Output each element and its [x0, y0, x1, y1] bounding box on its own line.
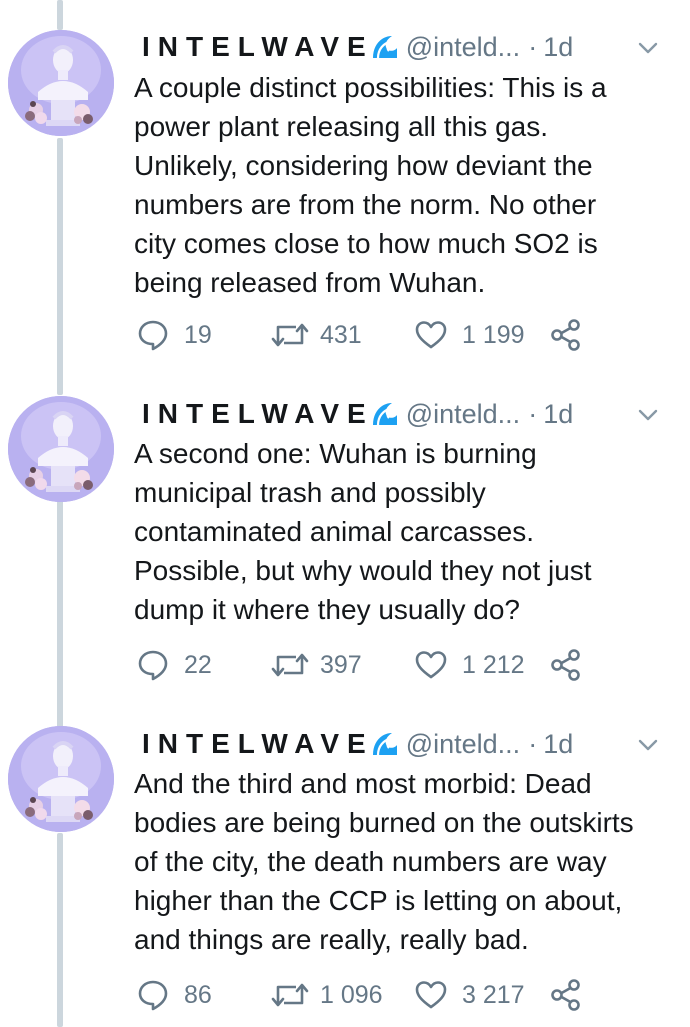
water-wave-icon — [370, 32, 400, 62]
avatar[interactable] — [8, 396, 114, 502]
share-button[interactable] — [550, 315, 582, 355]
reply-count: 86 — [184, 980, 212, 1009]
user-handle[interactable]: @inteld... — [406, 399, 520, 430]
share-icon — [550, 648, 582, 682]
tweet-actions: 86 1 096 3 217 — [134, 975, 604, 1015]
timestamp[interactable]: 1d — [543, 399, 573, 430]
tweet-text-line: power plant releasing all this gas. — [134, 111, 549, 142]
retweet-button[interactable]: 1 096 — [270, 975, 383, 1015]
retweet-count: 431 — [320, 320, 362, 349]
tweet-text: And the third and most morbid: Dead bodie… — [134, 764, 674, 959]
tweet-text-line: And the third and most morbid: Dead — [134, 768, 592, 799]
tweet-actions: 22 397 1 212 — [134, 645, 604, 685]
thread-connector-line — [57, 0, 63, 30]
reply-count: 22 — [184, 650, 212, 679]
tweet-header: INTELWAVE @inteld... · 1d — [142, 727, 682, 761]
separator-dot: · — [528, 31, 538, 62]
thread-connector-line — [57, 500, 63, 728]
reply-icon — [136, 978, 170, 1012]
user-handle[interactable]: @inteld... — [406, 729, 520, 760]
share-icon — [550, 318, 582, 352]
retweet-button[interactable]: 397 — [270, 645, 362, 685]
chevron-down-icon[interactable] — [636, 403, 660, 427]
retweet-icon — [270, 318, 310, 352]
heart-icon — [414, 978, 448, 1012]
share-icon — [550, 978, 582, 1012]
like-button[interactable]: 3 217 — [414, 975, 525, 1015]
reply-button[interactable]: 19 — [136, 315, 212, 355]
thread-connector-line — [57, 833, 63, 1027]
tweet-text-line: of the city, the death numbers are way — [134, 846, 607, 877]
share-button[interactable] — [550, 975, 582, 1015]
tweet-text-line: A couple distinct possibilities: This is… — [134, 72, 607, 103]
tweet-actions: 19 431 1 199 — [134, 315, 604, 355]
tweet-header: INTELWAVE @inteld... · 1d — [142, 30, 682, 64]
display-name[interactable]: INTELWAVE — [142, 31, 374, 63]
heart-icon — [414, 318, 448, 352]
tweet-text-line: being released from Wuhan. — [134, 267, 486, 298]
tweet-text-line: municipal trash and possibly — [134, 477, 486, 508]
like-count: 1 212 — [462, 650, 525, 679]
avatar[interactable] — [8, 30, 114, 136]
retweet-button[interactable]: 431 — [270, 315, 362, 355]
tweet-text-line: and things are really, really bad. — [134, 924, 529, 955]
display-name[interactable]: INTELWAVE — [142, 398, 374, 430]
retweet-icon — [270, 648, 310, 682]
tweet-text-line: contaminated animal carcasses. — [134, 516, 534, 547]
tweet-text-line: higher than the CCP is letting on about, — [134, 885, 623, 916]
chevron-down-icon[interactable] — [636, 733, 660, 757]
like-button[interactable]: 1 212 — [414, 645, 525, 685]
reply-icon — [136, 318, 170, 352]
timestamp[interactable]: 1d — [543, 729, 573, 760]
retweet-count: 1 096 — [320, 980, 383, 1009]
retweet-count: 397 — [320, 650, 362, 679]
separator-dot: · — [528, 398, 538, 429]
avatar[interactable] — [8, 726, 114, 832]
reply-count: 19 — [184, 320, 212, 349]
like-count: 3 217 — [462, 980, 525, 1009]
tweet-text-line: A second one: Wuhan is burning — [134, 438, 537, 469]
reply-button[interactable]: 22 — [136, 645, 212, 685]
share-button[interactable] — [550, 645, 582, 685]
tweet-text-line: city comes close to how much SO2 is — [134, 228, 598, 259]
reply-icon — [136, 648, 170, 682]
chevron-down-icon[interactable] — [636, 36, 660, 60]
tweet-header: INTELWAVE @inteld... · 1d — [142, 397, 682, 431]
user-handle[interactable]: @inteld... — [406, 32, 520, 63]
tweet-text-line: dump it where they usually do? — [134, 594, 520, 625]
like-count: 1 199 — [462, 320, 525, 349]
separator-dot: · — [528, 728, 538, 759]
tweet-text-line: Unlikely, considering how deviant the — [134, 150, 593, 181]
tweet-text: A couple distinct possibilities: This is… — [134, 68, 674, 302]
tweet-text-line: Possible, but why would they not just — [134, 555, 592, 586]
tweet-text-line: bodies are being burned on the outskirts — [134, 807, 634, 838]
reply-button[interactable]: 86 — [136, 975, 212, 1015]
display-name[interactable]: INTELWAVE — [142, 728, 374, 760]
tweet-text: A second one: Wuhan is burning municipal … — [134, 434, 674, 629]
thread-connector-line — [57, 138, 63, 395]
water-wave-icon — [370, 399, 400, 429]
tweet-text-line: numbers are from the norm. No other — [134, 189, 597, 220]
water-wave-icon — [370, 729, 400, 759]
retweet-icon — [270, 978, 310, 1012]
like-button[interactable]: 1 199 — [414, 315, 525, 355]
heart-icon — [414, 648, 448, 682]
timestamp[interactable]: 1d — [543, 32, 573, 63]
